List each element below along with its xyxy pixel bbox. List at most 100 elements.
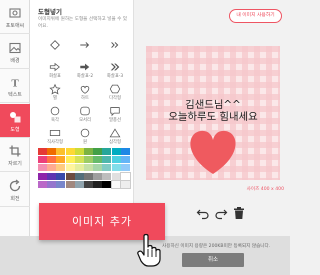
color-swatch[interactable] xyxy=(102,180,112,188)
color-swatch[interactable] xyxy=(110,179,122,189)
color-swatch[interactable] xyxy=(38,164,47,172)
card-text[interactable]: 김샌드님^^ 오늘하루도 힘내세요 xyxy=(146,99,280,124)
crop-icon xyxy=(9,145,21,157)
color-swatch[interactable] xyxy=(120,164,130,172)
undo-icon[interactable] xyxy=(196,206,210,220)
color-swatch[interactable] xyxy=(111,156,121,164)
rail-item-5[interactable]: 자르기 xyxy=(0,138,30,172)
arrow-right-bold-icon xyxy=(80,63,90,71)
rail-item-label: 텍스트 xyxy=(8,92,22,98)
color-swatch[interactable] xyxy=(119,179,131,189)
color-swatch[interactable] xyxy=(120,148,130,155)
color-swatch[interactable] xyxy=(120,156,130,164)
upload-notice: 사용하신 이미지 용량은 200KB미만 등록되지 않습니다. xyxy=(162,244,271,249)
rail-item-3[interactable]: T 텍스트 xyxy=(0,69,30,103)
heart-icon xyxy=(80,85,90,94)
color-swatch[interactable] xyxy=(93,148,103,155)
color-swatch[interactable] xyxy=(102,164,112,172)
double-chevron-icon xyxy=(111,42,119,48)
color-swatch[interactable] xyxy=(111,148,121,155)
circle-outline-icon xyxy=(50,106,60,116)
color-swatch[interactable] xyxy=(74,172,84,180)
rail-item-label: 배경 xyxy=(10,57,20,64)
color-swatch[interactable] xyxy=(65,180,75,188)
rail-item-4[interactable]: 도형 xyxy=(0,103,30,138)
rotate-icon xyxy=(9,179,21,191)
color-swatch[interactable] xyxy=(56,156,66,164)
circle-icon xyxy=(80,128,90,138)
color-swatch[interactable] xyxy=(111,172,121,180)
color-swatch[interactable] xyxy=(47,180,57,188)
rail-item-6[interactable]: 회전 xyxy=(0,173,30,207)
trash-icon[interactable] xyxy=(232,206,246,220)
color-swatch[interactable] xyxy=(102,148,112,155)
photo-icon xyxy=(9,8,21,18)
hexagon-icon xyxy=(109,84,121,94)
color-swatch[interactable] xyxy=(84,148,93,155)
color-swatch[interactable] xyxy=(74,164,84,172)
shape-label: 다각형 xyxy=(109,96,121,101)
rail-item-2[interactable]: 배경 xyxy=(0,35,30,69)
hand-cursor-icon xyxy=(137,233,161,267)
color-swatch[interactable] xyxy=(84,180,93,188)
rail-item-label: 포토애씨 xyxy=(5,23,25,29)
shape-label: 화살표-2 xyxy=(76,74,94,79)
color-swatch[interactable] xyxy=(38,148,47,155)
star-icon xyxy=(49,83,61,95)
rectangle-icon xyxy=(49,130,61,136)
background-icon xyxy=(9,42,21,53)
color-swatch[interactable] xyxy=(65,172,75,180)
rail-item-1[interactable]: 포토애씨 xyxy=(0,0,30,34)
color-swatch[interactable] xyxy=(56,164,66,172)
cancel-button[interactable]: 취소 xyxy=(182,253,244,267)
color-swatch[interactable] xyxy=(65,156,75,164)
color-swatch[interactable] xyxy=(102,156,112,164)
color-swatch[interactable] xyxy=(102,172,112,180)
color-swatch[interactable] xyxy=(74,180,84,188)
color-swatch[interactable] xyxy=(93,156,103,164)
color-swatch[interactable] xyxy=(65,164,75,172)
color-swatch[interactable] xyxy=(111,164,121,172)
color-swatch[interactable] xyxy=(47,172,57,180)
color-swatch[interactable] xyxy=(119,171,131,181)
card-text-line-1: 김샌드님^^ xyxy=(185,99,241,111)
shape-label: 모서리 xyxy=(79,118,91,123)
shape-label: 화살표-3 xyxy=(106,74,124,79)
shape-label: 하트 xyxy=(81,96,89,101)
rounded-square-icon xyxy=(80,106,90,116)
color-swatch[interactable] xyxy=(56,180,66,188)
shape-icon xyxy=(10,111,21,122)
color-swatch[interactable] xyxy=(84,156,93,164)
svg-text:T: T xyxy=(11,78,19,90)
color-swatch[interactable] xyxy=(38,180,47,188)
shape-label: 직사각형 xyxy=(47,140,63,145)
speech-bubble-icon xyxy=(110,107,120,117)
rail-item-label: 자르기 xyxy=(8,161,22,167)
color-swatch[interactable] xyxy=(38,172,47,180)
color-swatch[interactable] xyxy=(47,156,57,164)
card-text-line-2: 오늘하루도 힘내세요 xyxy=(168,111,258,124)
color-swatch[interactable] xyxy=(56,148,66,155)
color-swatch[interactable] xyxy=(56,172,66,180)
shape-label: 말풍선 xyxy=(109,118,121,123)
color-swatch[interactable] xyxy=(93,164,103,172)
redo-icon[interactable] xyxy=(214,206,228,220)
color-swatch[interactable] xyxy=(65,148,75,155)
arrow-right-icon xyxy=(80,42,90,48)
color-swatch[interactable] xyxy=(93,172,103,180)
double-chevron-right-icon xyxy=(110,63,120,71)
color-swatch[interactable] xyxy=(74,148,84,155)
use-my-image-button[interactable]: 내 이미지 사용하기 xyxy=(229,9,282,23)
color-swatch[interactable] xyxy=(84,164,93,172)
shape-label: 원 xyxy=(83,140,87,145)
color-swatch[interactable] xyxy=(74,156,84,164)
color-swatch[interactable] xyxy=(93,180,103,188)
color-swatch[interactable] xyxy=(38,156,47,164)
color-swatch[interactable] xyxy=(47,148,57,155)
color-swatch[interactable] xyxy=(84,172,93,180)
rail-item-label: 회전 xyxy=(10,195,20,202)
shape-label: 화살표 xyxy=(49,74,61,79)
shape-label: 육각 xyxy=(51,118,59,123)
color-swatch[interactable] xyxy=(47,164,57,172)
panel-title: 도형넣기 xyxy=(38,8,62,16)
